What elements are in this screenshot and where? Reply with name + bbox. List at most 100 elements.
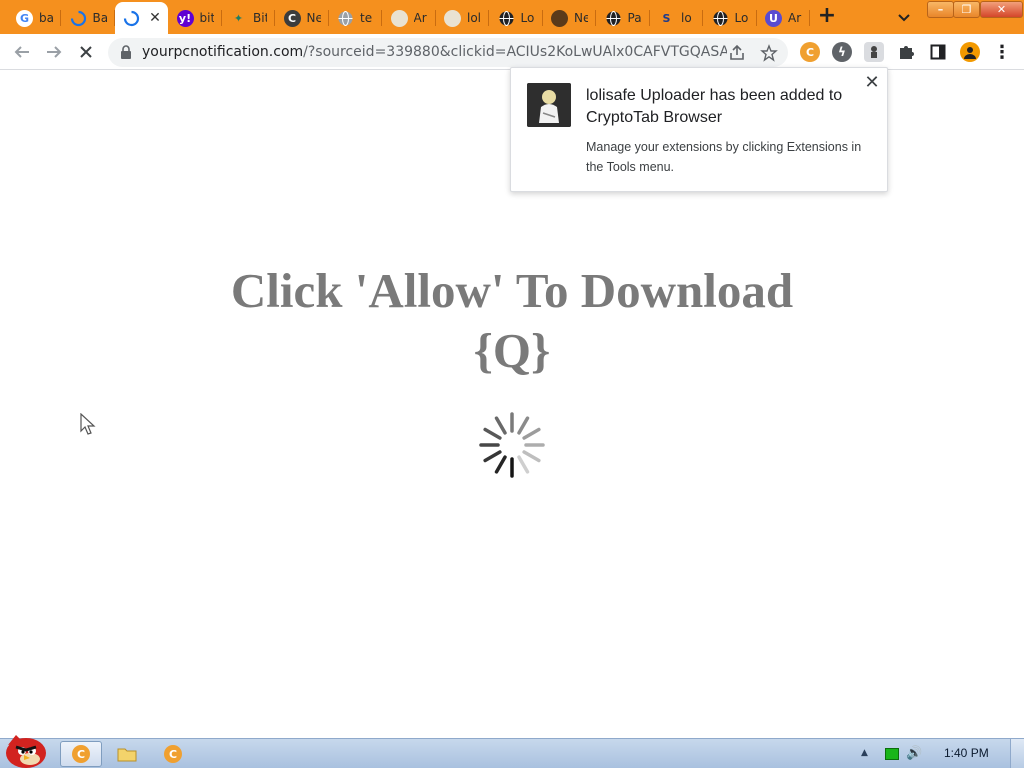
show-desktop-button[interactable] <box>1010 739 1024 768</box>
lolisafe-extension-icon[interactable] <box>864 42 884 62</box>
image-icon <box>390 9 408 27</box>
spinner-spoke <box>522 450 541 463</box>
globe-icon <box>605 10 622 27</box>
globe-icon <box>712 10 729 27</box>
browser-tab[interactable]: Ne <box>543 2 596 34</box>
browser-tab[interactable]: U Ar <box>757 2 810 34</box>
tab-close-icon[interactable]: ✕ <box>148 10 162 26</box>
more-vert-icon: ⋮ <box>993 41 1011 63</box>
cryptotab-icon: C <box>72 745 90 763</box>
bird-icon: ✦ <box>233 11 244 25</box>
u-logo-icon: U <box>765 9 782 27</box>
profile-avatar[interactable] <box>960 42 980 62</box>
tab-strip: Gba Ba ✕ y! bit ✦ Bit C Ne te Ar lol Lo Ne Pa Slo Lo U Ar … <box>0 0 1024 34</box>
restore-icon: ❐ <box>961 3 972 16</box>
cryptotab-extension-icon[interactable]: C <box>800 42 820 62</box>
browser-tab[interactable]: ✕ <box>115 2 168 34</box>
spinner-spoke <box>494 416 507 435</box>
tray-expand-icon[interactable]: ▲ <box>861 748 871 758</box>
tab-title: te <box>360 11 373 25</box>
address-bar[interactable]: yourpcnotification.com/?sourceid=339880&… <box>108 38 788 67</box>
tab-title: ba <box>39 11 53 25</box>
forward-button[interactable] <box>42 40 66 64</box>
loading-spinner-icon <box>123 10 140 27</box>
side-panel-button[interactable] <box>928 42 948 62</box>
folder-icon <box>117 748 137 762</box>
browser-tab[interactable]: te <box>329 2 382 34</box>
browser-tab[interactable]: C Ne <box>276 2 329 34</box>
url-text: yourpcnotification.com/?sourceid=339880&… <box>142 44 727 60</box>
image-icon <box>444 9 461 27</box>
page-headline: Click 'Allow' To Download {Q} <box>190 261 834 381</box>
browser-tab[interactable]: Slo <box>650 2 703 34</box>
google-icon: G <box>16 9 33 27</box>
browser-tab[interactable]: lol <box>436 2 489 34</box>
close-icon: ✕ <box>996 3 1007 16</box>
bookmark-star-icon[interactable] <box>760 44 778 62</box>
tab-title: Pa <box>627 11 642 25</box>
browser-tab[interactable]: Ar <box>383 2 436 34</box>
tab-title: Lo <box>734 11 749 25</box>
taskbar: C C ▲ 🔊 1:40 PM <box>0 735 1024 768</box>
spinner-spoke <box>517 455 530 474</box>
minimize-button[interactable]: – <box>927 1 954 18</box>
person-icon <box>964 47 976 59</box>
stop-button[interactable] <box>74 40 98 64</box>
start-button[interactable] <box>2 731 52 768</box>
avatar-icon <box>551 9 568 27</box>
back-button[interactable] <box>10 40 34 64</box>
figure-icon <box>871 46 877 58</box>
new-tab-button[interactable]: + <box>815 5 839 29</box>
popup-title: lolisafe Uploader has been added to Cryp… <box>586 87 843 126</box>
minimize-icon: – <box>937 3 944 16</box>
browser-tab[interactable]: Lo <box>490 2 543 34</box>
network-icon[interactable] <box>885 748 899 760</box>
headline-line-2: {Q} <box>473 323 551 378</box>
taskbar-cryptotab[interactable]: C <box>152 741 194 767</box>
lightning-extension-icon[interactable]: ϟ <box>832 42 852 62</box>
browser-tab[interactable]: Lo <box>704 2 757 34</box>
extension-added-popup: lolisafe Uploader has been added to Cryp… <box>510 67 888 192</box>
tab-title: lo <box>681 11 692 25</box>
tab-title: Lo <box>520 11 535 25</box>
volume-icon[interactable]: 🔊 <box>906 746 924 762</box>
menu-button[interactable]: ⋮ <box>992 41 1012 63</box>
tab-title: Ne <box>574 11 588 25</box>
mouse-cursor-icon <box>80 413 96 435</box>
browser-tab[interactable]: Pa <box>597 2 650 34</box>
s-logo-icon: S <box>662 11 671 25</box>
tab-search-button[interactable] <box>894 7 914 27</box>
globe-icon <box>498 10 515 27</box>
popup-message: Manage your extensions by clicking Exten… <box>586 140 862 174</box>
tab-title: bit <box>199 11 214 25</box>
headline-line-1: Click 'Allow' To Download <box>230 263 794 318</box>
browser-tab[interactable]: ✦ Bit <box>222 2 275 34</box>
browser-tab[interactable]: y! bit <box>169 2 222 34</box>
spinner-spoke <box>522 427 541 440</box>
chevron-down-icon <box>898 14 910 22</box>
loading-spinner-icon <box>479 412 545 478</box>
url-path: /?sourceid=339880&clickid=ACIUs2KoLwUAlx… <box>303 44 727 60</box>
yahoo-icon: y! <box>176 9 194 27</box>
taskbar-cryptotab-active[interactable]: C <box>60 741 102 767</box>
browser-tab[interactable]: Ba <box>62 2 115 34</box>
lock-icon <box>121 45 131 59</box>
tab-title: lol <box>467 11 481 25</box>
close-window-button[interactable]: ✕ <box>980 1 1023 18</box>
puzzle-icon <box>900 46 914 59</box>
taskbar-clock[interactable]: 1:40 PM <box>944 746 989 760</box>
browser-tab[interactable]: Gba <box>8 2 61 34</box>
loading-arc-icon <box>70 10 87 27</box>
extension-icon <box>527 83 571 127</box>
share-icon[interactable] <box>728 44 746 62</box>
taskbar-file-explorer[interactable] <box>106 741 148 767</box>
tab-title: Ne <box>306 11 321 25</box>
popup-close-button[interactable]: ✕ <box>863 74 881 92</box>
globe-icon <box>337 10 354 27</box>
browser-toolbar: yourpcnotification.com/?sourceid=339880&… <box>0 34 1024 70</box>
spinner-spoke <box>483 450 502 463</box>
arrow-left-icon <box>14 46 29 58</box>
maximize-button[interactable]: ❐ <box>953 1 980 18</box>
tab-title: Bit <box>253 11 267 25</box>
extensions-puzzle-button[interactable] <box>896 42 916 62</box>
